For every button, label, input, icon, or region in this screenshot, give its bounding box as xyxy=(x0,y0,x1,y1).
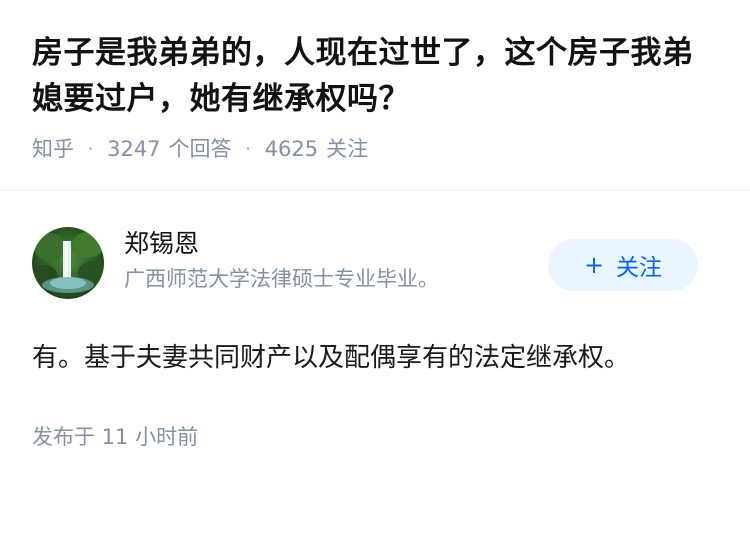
follow-button[interactable]: + 关注 xyxy=(548,239,698,291)
question-header: 房子是我弟弟的，人现在过世了，这个房子我弟媳要过户，她有继承权吗？ 知乎 · 3… xyxy=(0,0,750,164)
author-bio: 广西师范大学法律硕士专业毕业。 xyxy=(124,267,439,291)
question-title[interactable]: 房子是我弟弟的，人现在过世了，这个房子我弟媳要过户，她有继承权吗？ xyxy=(32,30,718,122)
author-row: 郑锡恩 广西师范大学法律硕士专业毕业。 + 关注 xyxy=(32,227,718,335)
separator-dot: · xyxy=(88,139,94,158)
publish-time: 发布于 11 小时前 xyxy=(32,425,199,449)
follow-count: 4625 xyxy=(264,137,319,161)
follow-button-label: 关注 xyxy=(616,255,663,281)
avatar[interactable] xyxy=(32,227,104,299)
divider xyxy=(0,190,750,191)
author-name[interactable]: 郑锡恩 xyxy=(124,227,439,261)
plus-icon: + xyxy=(583,251,605,279)
separator-dot: · xyxy=(245,139,251,158)
answer-count: 3247 xyxy=(107,137,161,161)
answer-card: 郑锡恩 广西师范大学法律硕士专业毕业。 + 关注 有。基于夫妻共同财产以及配偶享… xyxy=(0,227,750,453)
answer-content[interactable]: 有。基于夫妻共同财产以及配偶享有的法定继承权。 xyxy=(32,335,672,381)
source-label[interactable]: 知乎 xyxy=(32,134,74,164)
answer-count-label: 个回答 xyxy=(168,137,232,161)
author-info: 郑锡恩 广西师范大学法律硕士专业毕业。 xyxy=(124,227,439,295)
question-meta: 知乎 · 3247 个回答 · 4625 关注 xyxy=(32,134,718,164)
follow-count-label: 关注 xyxy=(326,137,369,161)
waterfall-avatar-image xyxy=(32,227,104,299)
